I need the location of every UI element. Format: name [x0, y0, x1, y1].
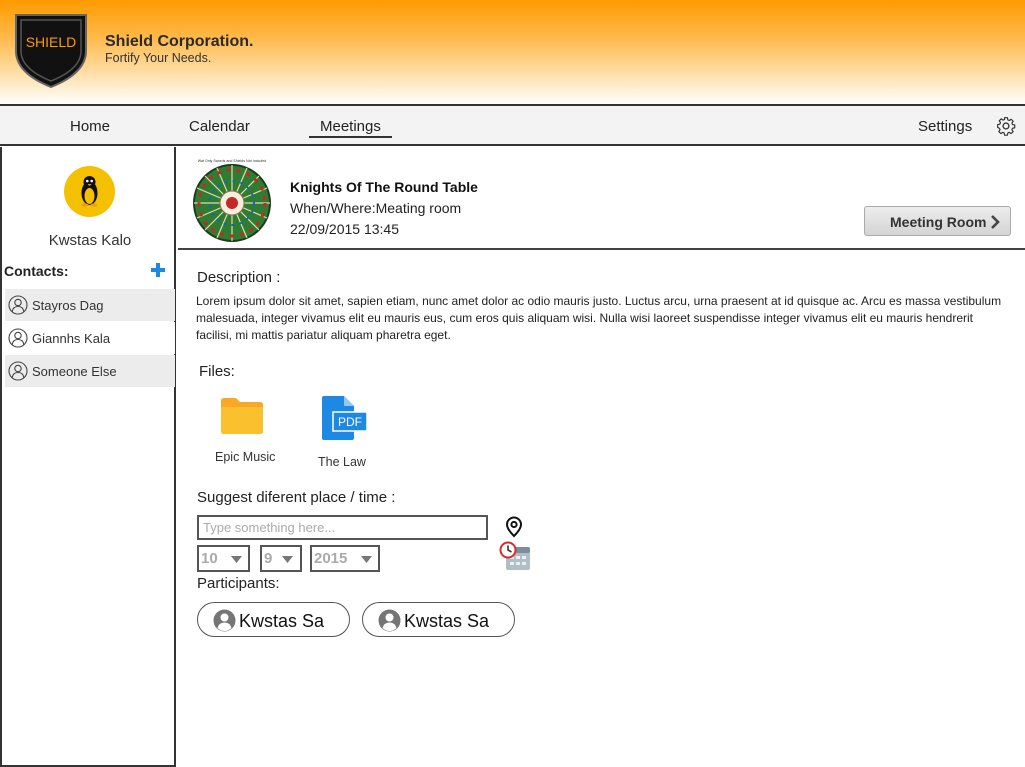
file-epic-music[interactable]: Epic Music [212, 395, 278, 467]
section-divider [178, 248, 1025, 250]
day-select[interactable]: 10 [197, 545, 250, 572]
description-label: Description : [197, 269, 281, 286]
meeting-title: Knights Of The Round Table [290, 179, 478, 195]
gear-icon[interactable] [996, 116, 1016, 136]
meeting-room-button-label: Meeting Room [890, 214, 987, 230]
app-header: SHIELD Shield Corporation. Fortify Your … [0, 0, 1025, 106]
contact-item[interactable]: Giannhs Kala [5, 322, 175, 354]
participant-chip[interactable]: Kwstas Sa [362, 602, 515, 637]
user-avatar-icon [378, 609, 401, 632]
file-name: Epic Music [215, 450, 276, 464]
logo-text: SHIELD [26, 34, 77, 50]
month-select[interactable]: 9 [260, 545, 302, 572]
avatar[interactable] [64, 166, 115, 217]
main-nav: Home Calendar Meetings Settings [0, 106, 1025, 146]
plus-icon[interactable] [150, 262, 166, 278]
folder-icon [221, 398, 263, 434]
nav-meetings[interactable]: Meetings [309, 118, 392, 138]
sidebar: Kwstas Kalo Contacts: Stayros Dag Giannh… [0, 147, 176, 767]
location-pin-icon[interactable] [504, 516, 524, 538]
round-table-image: Wat Only Swords and Shields Not Included [193, 159, 271, 242]
year-value: 2015 [314, 550, 348, 567]
nav-calendar[interactable]: Calendar [189, 118, 250, 135]
contact-item[interactable]: Stayros Dag [5, 289, 175, 321]
file-name: The Law [318, 455, 366, 469]
chevron-right-icon [991, 215, 1000, 229]
shield-logo[interactable]: SHIELD [12, 11, 90, 89]
image-caption: Wat Only Swords and Shields Not Included [198, 159, 267, 163]
nav-home[interactable]: Home [70, 118, 110, 135]
year-select[interactable]: 2015 [310, 545, 380, 572]
meeting-room-button[interactable]: Meeting Room [864, 206, 1011, 236]
suggest-input[interactable] [197, 515, 488, 540]
company-tagline: Fortify Your Needs. [105, 51, 212, 65]
pdf-icon: PDF [322, 396, 368, 440]
contact-name: Someone Else [32, 364, 117, 379]
contacts-label: Contacts: [4, 263, 69, 279]
nav-settings[interactable]: Settings [918, 118, 972, 135]
participant-chip[interactable]: Kwstas Sa [197, 602, 350, 637]
contact-name: Giannhs Kala [32, 331, 111, 346]
participant-name: Kwstas Sa [404, 611, 490, 631]
person-icon [8, 295, 28, 315]
caret-down-icon [282, 556, 293, 563]
calendar-clock-icon[interactable] [498, 541, 532, 573]
contact-item[interactable]: Someone Else [5, 355, 175, 387]
pdf-badge: PDF [338, 415, 362, 429]
participant-name: Kwstas Sa [239, 611, 325, 631]
participants-label: Participants: [197, 575, 280, 592]
description-text: Lorem ipsum dolor sit amet, sapien etiam… [196, 294, 1002, 342]
caret-down-icon [231, 556, 242, 563]
company-name: Shield Corporation. [105, 33, 254, 50]
day-value: 10 [201, 550, 218, 567]
person-icon [8, 361, 28, 381]
meeting-datetime: 22/09/2015 13:45 [290, 221, 399, 237]
files-label: Files: [199, 363, 235, 380]
caret-down-icon [361, 556, 372, 563]
suggest-label: Suggest diferent place / time : [197, 489, 396, 506]
meeting-location: When/Where:Meating room [290, 200, 462, 216]
month-value: 9 [264, 550, 273, 567]
contact-name: Stayros Dag [32, 298, 104, 313]
penguin-icon [81, 176, 98, 207]
person-icon [8, 328, 28, 348]
user-name: Kwstas Kalo [48, 232, 132, 249]
user-avatar-icon [213, 609, 236, 632]
file-the-law[interactable]: PDF The Law [316, 393, 372, 473]
